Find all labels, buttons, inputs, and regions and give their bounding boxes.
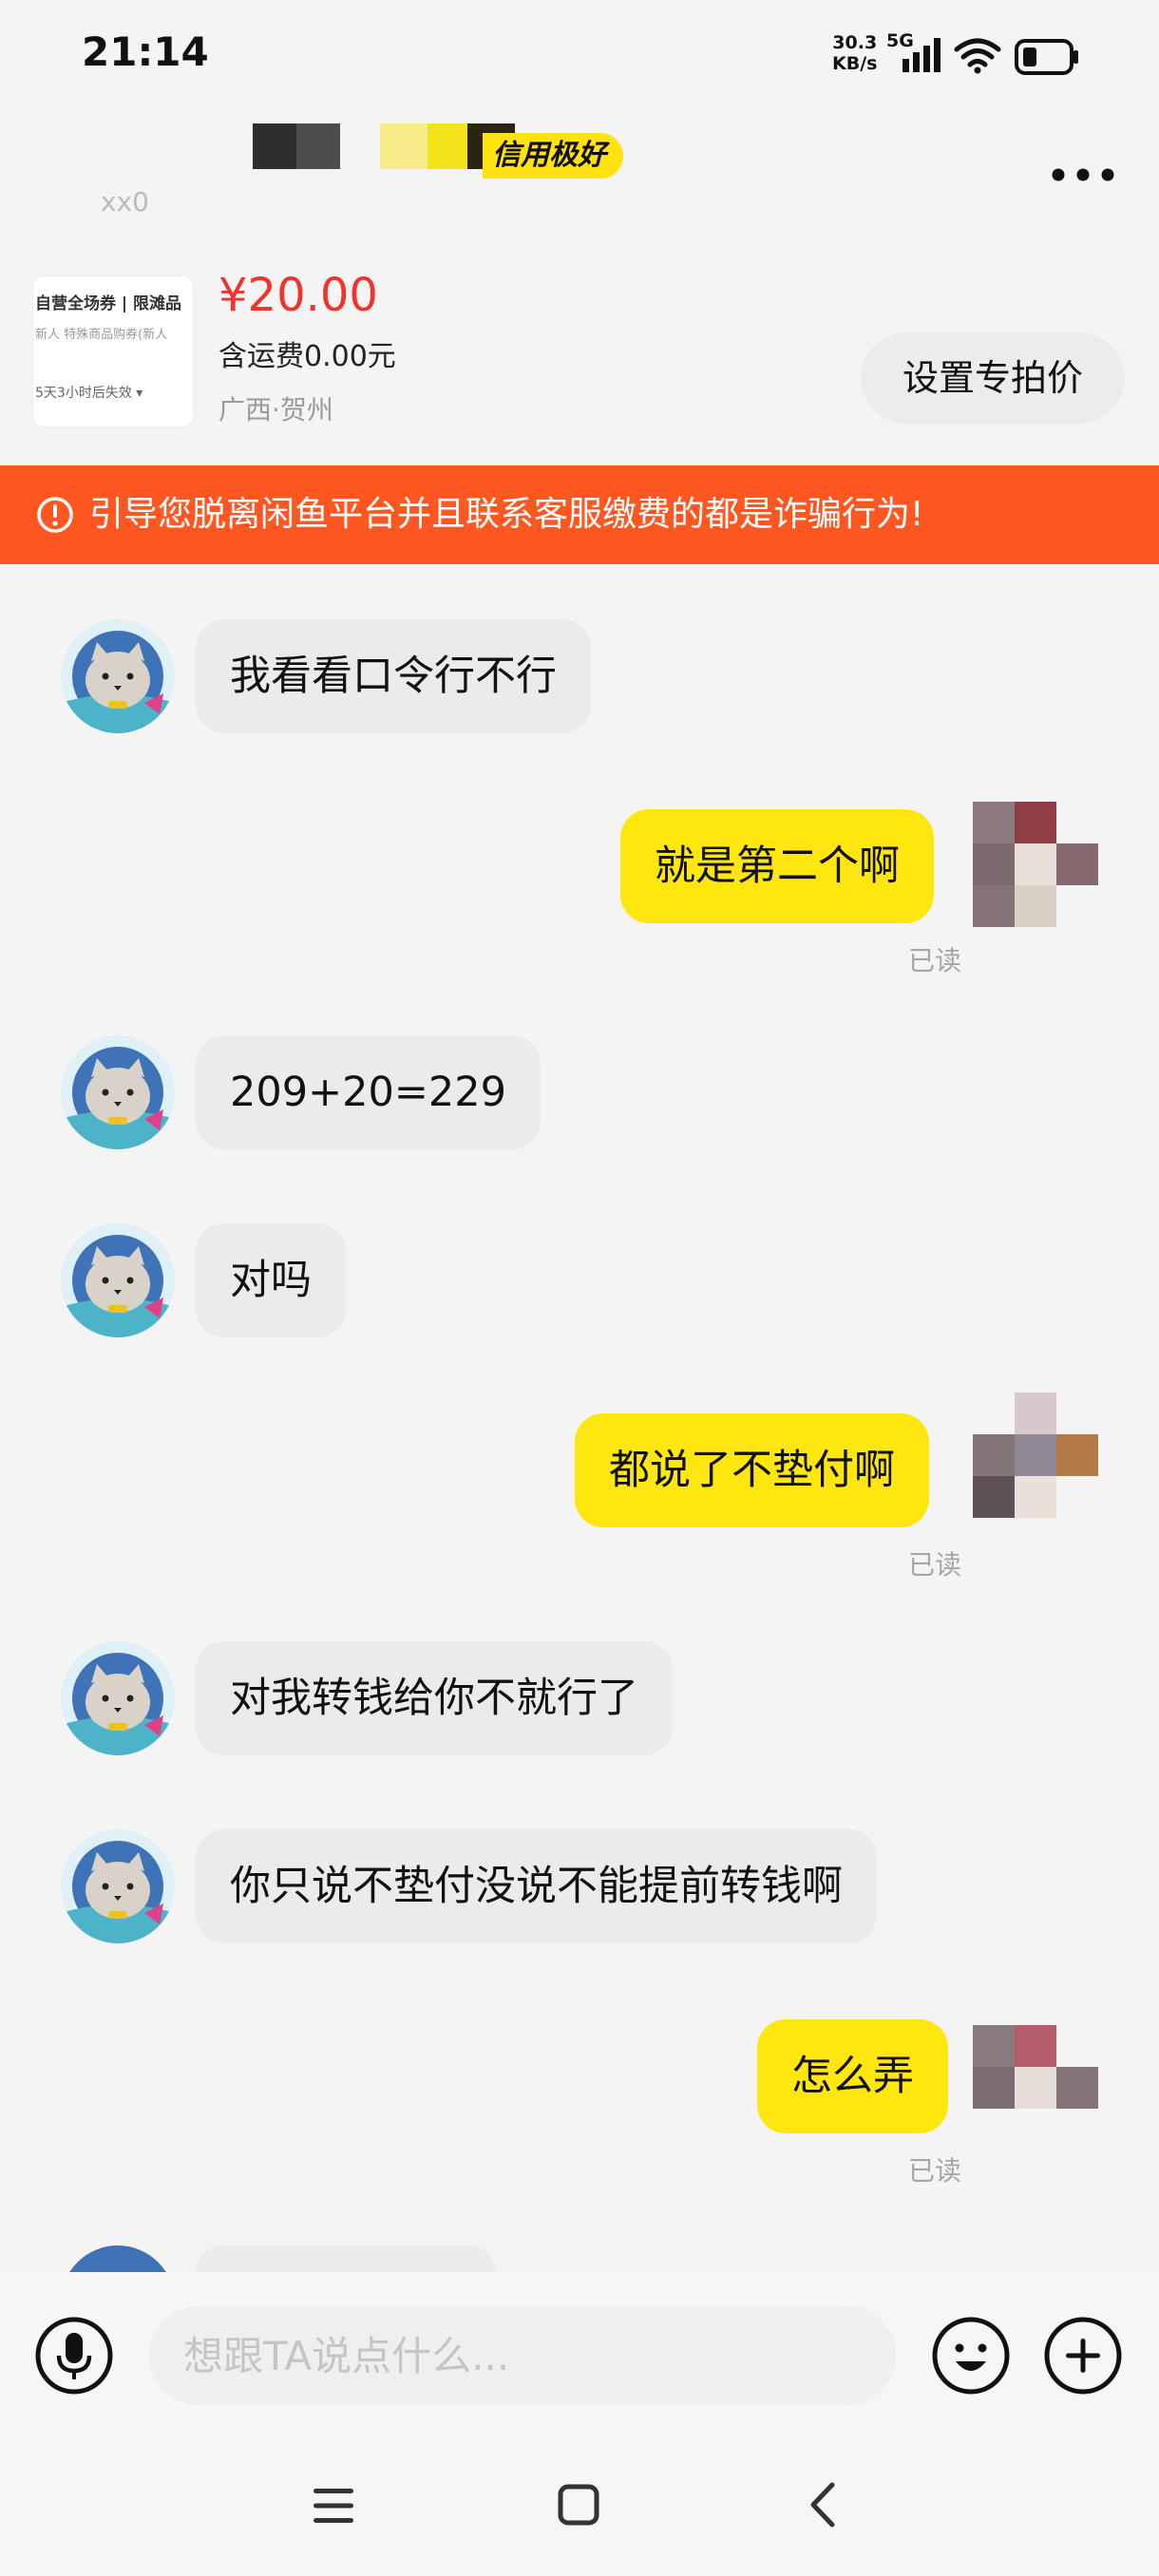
network-speed-value: 30.3 (832, 32, 878, 53)
thumb-line-1: 自营全场券 | 限滩品 (35, 294, 182, 313)
message-bubble-incoming[interactable]: 你只说不垫付没说不能提前转钱啊 (196, 1829, 877, 1943)
read-status: 已读 (908, 945, 962, 976)
contact-avatar[interactable] (61, 1829, 175, 1943)
contact-avatar[interactable] (61, 1641, 175, 1755)
my-avatar[interactable] (973, 1392, 1098, 1518)
alert-circle-icon (37, 497, 73, 533)
message-bubble-outgoing[interactable]: 都说了不垫付啊 (575, 1413, 929, 1527)
product-location: 广西·贺州 (218, 394, 333, 426)
message-bubble-outgoing[interactable]: 怎么弄 (757, 2019, 948, 2133)
cat-avatar-icon (61, 1035, 175, 1149)
cat-avatar-icon (61, 1829, 175, 1943)
cat-avatar-icon (61, 1641, 175, 1755)
signal-icon (902, 38, 940, 72)
back-chevron-icon[interactable] (806, 2481, 840, 2529)
message-bubble-outgoing[interactable]: 就是第二个啊 (620, 809, 934, 923)
message-input[interactable] (149, 2306, 896, 2405)
message-bubble-incoming[interactable]: 我看看口令行不行 (196, 619, 591, 733)
status-time: 21:14 (82, 28, 209, 75)
message-bubble-incoming[interactable]: 209+20=229 (196, 1035, 541, 1149)
contact-avatar-partial (61, 2245, 175, 2272)
message-bubble-partial (196, 2245, 496, 2272)
thumb-line-3: 5天3小时后失效 ▾ (35, 386, 143, 401)
more-dots-icon[interactable] (1049, 158, 1117, 192)
set-special-price-button[interactable]: 设置专拍价 (861, 332, 1125, 424)
fraud-warning-banner: 引导您脱离闲鱼平台并且联系客服缴费的都是诈骗行为! (0, 465, 1159, 564)
menu-icon[interactable] (312, 2485, 355, 2527)
product-price: ¥20.00 (218, 269, 378, 322)
battery-icon (1015, 39, 1078, 75)
contact-avatar[interactable] (61, 1223, 175, 1337)
wifi-icon (954, 38, 1001, 74)
cat-avatar-icon (61, 1223, 175, 1337)
header-subtitle: xx0 (101, 186, 149, 218)
network-speed-unit: KB/s (832, 53, 878, 74)
seller-credit-badge: 信用极好 (483, 133, 623, 179)
read-status: 已读 (908, 2155, 962, 2187)
mic-icon[interactable] (34, 2316, 114, 2396)
contact-avatar[interactable] (61, 1035, 175, 1149)
message-bubble-incoming[interactable]: 对我转钱给你不就行了 (196, 1641, 673, 1755)
warning-text: 引导您脱离闲鱼平台并且联系客服缴费的都是诈骗行为! (89, 495, 924, 534)
contact-avatar[interactable] (61, 619, 175, 733)
thumb-line-2: 新人 特殊商品购券(新人 (35, 328, 168, 342)
emoji-icon[interactable] (931, 2316, 1011, 2396)
my-avatar[interactable] (973, 802, 1098, 927)
product-shipping: 含运费0.00元 (218, 340, 396, 373)
network-speed: 30.3 KB/s (832, 32, 877, 74)
my-avatar[interactable] (973, 2025, 1098, 2150)
message-bubble-incoming[interactable]: 对吗 (196, 1223, 346, 1337)
home-square-icon[interactable] (557, 2483, 600, 2527)
plus-icon[interactable] (1043, 2316, 1123, 2396)
read-status: 已读 (908, 1549, 962, 1581)
product-thumbnail[interactable]: 自营全场券 | 限滩品 新人 特殊商品购券(新人 5天3小时后失效 ▾ (32, 275, 194, 427)
cat-avatar-icon (61, 619, 175, 733)
